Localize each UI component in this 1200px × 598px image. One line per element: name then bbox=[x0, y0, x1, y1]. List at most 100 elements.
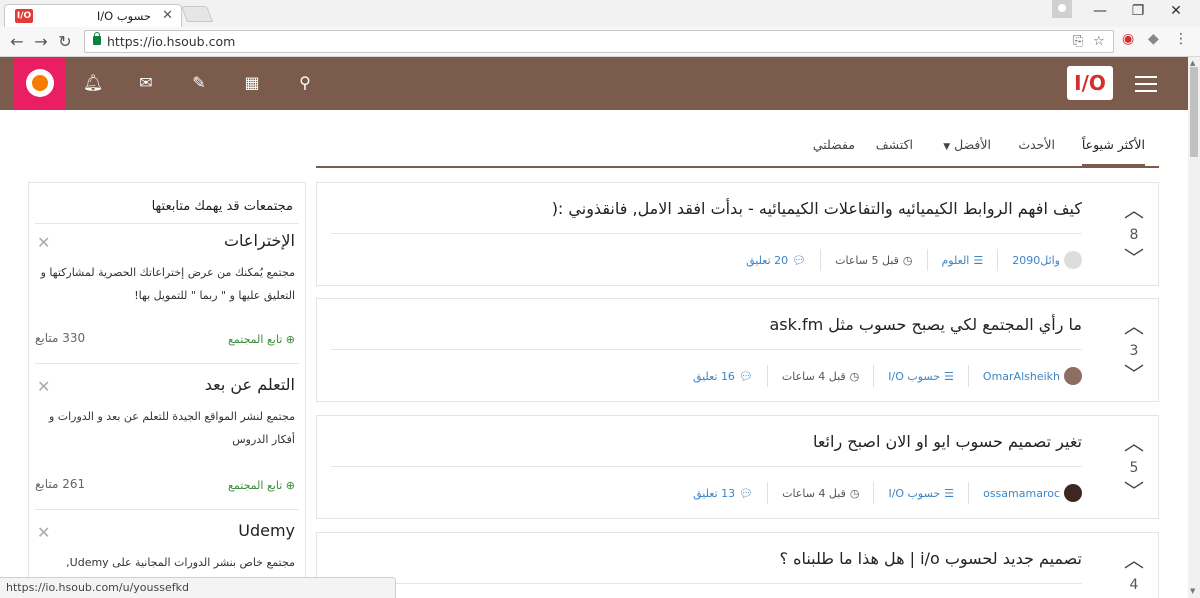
downvote-chevron-icon[interactable]: ﹀ bbox=[1122, 364, 1146, 384]
vote-widget: ︿ 8 ﹀ bbox=[1122, 200, 1146, 268]
author-avatar bbox=[1064, 251, 1082, 269]
category-name[interactable]: حسوب I/O bbox=[888, 487, 940, 500]
post-category[interactable]: ☰ العلوم bbox=[926, 249, 998, 271]
category-name[interactable]: العلوم bbox=[942, 254, 970, 267]
forward-arrow-icon[interactable]: → bbox=[32, 32, 50, 51]
scroll-thumb[interactable] bbox=[1190, 67, 1198, 157]
page-scrollbar[interactable]: ▲ ▼ bbox=[1188, 57, 1200, 598]
upvote-chevron-icon[interactable]: ︿ bbox=[1122, 433, 1146, 453]
minimize-window-icon[interactable]: — bbox=[1090, 3, 1110, 19]
menu-hamburger-icon[interactable] bbox=[1135, 76, 1157, 92]
community-card: الإختراعات ✕ مجتمع يُمكنك من عرض إختراعا… bbox=[29, 231, 305, 361]
category-name[interactable]: حسوب I/O bbox=[888, 370, 940, 383]
post-card: ︿ 4 تصميم جديد لحسوب i/o | هل هذا ما طلب… bbox=[316, 532, 1159, 598]
vote-count: 3 bbox=[1129, 343, 1139, 359]
community-description: مجتمع يُمكنك من عرض إختراعاتك الحصرية لم… bbox=[40, 266, 295, 302]
dismiss-close-icon[interactable]: ✕ bbox=[37, 377, 50, 396]
communities-grid-icon[interactable]: ▦ bbox=[241, 73, 263, 92]
restore-window-icon[interactable]: ❐ bbox=[1128, 3, 1148, 19]
comments-count[interactable]: 13 تعليق bbox=[693, 487, 735, 500]
post-comments[interactable]: 💬︎ 13 تعليق bbox=[679, 482, 767, 504]
community-card: التعلم عن بعد ✕ مجتمع لنشر المواقع الجيد… bbox=[29, 375, 305, 505]
comment-icon: 💬︎ bbox=[738, 369, 753, 383]
reload-icon[interactable]: ↻ bbox=[56, 32, 74, 51]
post-category[interactable]: ☰ حسوب I/O bbox=[873, 365, 968, 387]
follow-label: تابع المجتمع bbox=[228, 479, 283, 492]
clock-icon: ◷ bbox=[849, 486, 860, 500]
new-post-pencil-icon[interactable]: ✎ bbox=[188, 73, 210, 92]
browser-tab[interactable]: I/O حسوب I/O ✕ bbox=[4, 4, 182, 27]
post-title[interactable]: كيف افهم الروابط الكيميائيه والتفاعلات ا… bbox=[552, 199, 1082, 218]
link-status-bar: https://io.hsoub.com/u/youssefkd bbox=[0, 577, 396, 598]
close-window-icon[interactable]: ✕ bbox=[1166, 3, 1186, 19]
community-name[interactable]: Udemy bbox=[238, 521, 295, 540]
site-logo[interactable]: I/O bbox=[1067, 66, 1113, 100]
scroll-down-arrow-icon[interactable]: ▼ bbox=[1190, 587, 1195, 595]
post-title[interactable]: تصميم جديد لحسوب i/o | هل هذا ما طلبناه … bbox=[779, 549, 1082, 568]
tab-favorites[interactable]: مفضلتي bbox=[813, 137, 855, 152]
upvote-chevron-icon[interactable]: ︿ bbox=[1122, 200, 1146, 220]
extension-box-icon[interactable]: ◆ bbox=[1148, 31, 1159, 47]
chrome-menu-icon[interactable]: ⋮ bbox=[1174, 31, 1188, 47]
clock-icon: ◷ bbox=[902, 253, 913, 267]
follow-community-button[interactable]: ⊕ تابع المجتمع bbox=[228, 479, 295, 492]
tab-popular[interactable]: الأكثر شيوعاً bbox=[1081, 137, 1145, 167]
downvote-chevron-icon[interactable]: ﹀ bbox=[1122, 481, 1146, 501]
tab-discover[interactable]: اكتشف bbox=[876, 137, 913, 152]
divider bbox=[331, 466, 1082, 467]
divider bbox=[35, 363, 299, 364]
comment-icon: 💬︎ bbox=[739, 486, 754, 500]
dismiss-close-icon[interactable]: ✕ bbox=[37, 233, 50, 252]
upvote-chevron-icon[interactable]: ︿ bbox=[1122, 550, 1146, 570]
vote-count: 4 bbox=[1129, 577, 1139, 593]
plus-circle-icon: ⊕ bbox=[285, 333, 295, 346]
upvote-chevron-icon[interactable]: ︿ bbox=[1122, 316, 1146, 336]
clock-icon: ◷ bbox=[849, 369, 860, 383]
user-avatar[interactable] bbox=[14, 57, 66, 110]
divider bbox=[331, 583, 1082, 584]
back-arrow-icon[interactable]: ← bbox=[8, 32, 26, 51]
time-text: قبل 5 ساعات bbox=[835, 253, 899, 267]
close-tab-icon[interactable]: ✕ bbox=[162, 8, 173, 23]
sort-tabs: الأكثر شيوعاً الأحدث الأفضل ▼ اكتشف مفضل… bbox=[316, 128, 1159, 168]
comments-count[interactable]: 20 تعليق bbox=[746, 254, 788, 267]
post-author[interactable]: OmarAlsheikh bbox=[967, 365, 1082, 387]
community-name[interactable]: التعلم عن بعد bbox=[205, 375, 295, 394]
vote-count: 8 bbox=[1129, 227, 1139, 243]
post-comments[interactable]: 💬︎ 20 تعليق bbox=[732, 249, 820, 271]
community-name[interactable]: الإختراعات bbox=[224, 231, 295, 250]
extension-opera-icon[interactable]: ◉ bbox=[1122, 31, 1134, 47]
author-name[interactable]: OmarAlsheikh bbox=[983, 370, 1060, 383]
post-category[interactable]: ☰ حسوب I/O bbox=[873, 482, 968, 504]
community-description: مجتمع خاص بنشر الدورات المجانية على Udem… bbox=[66, 556, 295, 569]
notifications-bell-icon[interactable]: 🔔︎ bbox=[82, 73, 104, 92]
suggested-communities-panel: مجتمعات قد يهمك متابعتها الإختراعات ✕ مج… bbox=[28, 182, 306, 598]
bookmark-star-icon[interactable]: ☆ bbox=[1093, 34, 1105, 49]
post-author[interactable]: وائل2090 bbox=[997, 249, 1082, 271]
post-author[interactable]: ossamamaroc bbox=[968, 482, 1082, 504]
follow-community-button[interactable]: ⊕ تابع المجتمع bbox=[228, 333, 295, 346]
new-tab-button[interactable] bbox=[181, 6, 213, 22]
scroll-up-arrow-icon[interactable]: ▲ bbox=[1190, 59, 1195, 67]
post-comments[interactable]: 💬︎ 16 تعليق bbox=[679, 365, 767, 387]
author-name[interactable]: ossamamaroc bbox=[983, 487, 1060, 500]
followers-count: 261 متابع bbox=[35, 477, 86, 491]
search-icon[interactable]: ⚲ bbox=[294, 73, 316, 92]
address-url[interactable]: https://io.hsoub.com bbox=[107, 34, 235, 49]
messages-envelope-icon[interactable]: ✉ bbox=[135, 73, 157, 92]
profile-icon[interactable] bbox=[1052, 0, 1072, 18]
downvote-chevron-icon[interactable]: ﹀ bbox=[1122, 248, 1146, 268]
tab-best[interactable]: الأفضل ▼ bbox=[943, 137, 991, 152]
time-text: قبل 4 ساعات bbox=[781, 369, 846, 383]
plus-circle-icon: ⊕ bbox=[285, 479, 295, 492]
post-meta: وائل2090 ☰ العلوم ◷ قبل 5 ساعات 💬︎ 20 تعليق bbox=[732, 249, 1082, 271]
tab-newest[interactable]: الأحدث bbox=[1018, 137, 1055, 152]
translate-icon[interactable]: ⎘ bbox=[1073, 34, 1083, 49]
list-icon: ☰ bbox=[973, 253, 984, 267]
address-bar[interactable]: https://io.hsoub.com ⎘ ☆ bbox=[84, 30, 1114, 53]
comments-count[interactable]: 16 تعليق bbox=[693, 370, 735, 383]
author-name[interactable]: وائل2090 bbox=[1012, 254, 1060, 267]
post-title[interactable]: ما رأي المجتمع لكي يصبح حسوب مثل ask.fm bbox=[770, 315, 1083, 334]
dismiss-close-icon[interactable]: ✕ bbox=[37, 523, 50, 542]
post-title[interactable]: تغير تصميم حسوب ايو او الان اصبح رائعا bbox=[813, 432, 1082, 451]
